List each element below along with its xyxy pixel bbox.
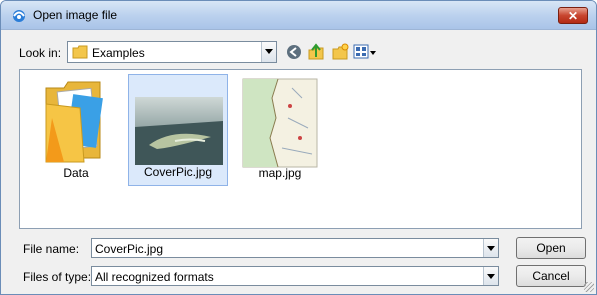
resize-grip-icon[interactable] (584, 282, 594, 292)
file-name-combo[interactable]: CoverPic.jpg (91, 238, 499, 258)
folder-icon (72, 45, 88, 59)
new-folder-icon[interactable] (331, 43, 349, 61)
file-type-label-text: Files of type: (23, 270, 92, 284)
up-folder-icon[interactable] (307, 43, 325, 61)
file-name-value[interactable]: CoverPic.jpg (95, 242, 163, 256)
file-name-label-text: File name: (23, 242, 80, 256)
file-item-map[interactable]: map.jpg (230, 74, 330, 186)
chevron-down-icon[interactable] (261, 42, 276, 62)
dialog-title: Open image file (33, 8, 118, 22)
chevron-down-icon[interactable] (483, 239, 498, 257)
title-bar[interactable]: Open image file ✕ (1, 1, 596, 30)
close-button[interactable]: ✕ (558, 7, 588, 24)
view-menu-icon[interactable] (353, 43, 377, 61)
file-name-label: Data (63, 166, 89, 180)
file-item-coverpic[interactable]: CoverPic.jpg (128, 74, 228, 186)
app-icon (13, 10, 25, 22)
look-in-label: Look in: (19, 46, 62, 60)
back-icon[interactable] (285, 43, 303, 61)
file-name-label: CoverPic.jpg (143, 165, 213, 179)
file-name-label: map.jpg (258, 166, 302, 180)
look-in-value: Examples (92, 46, 145, 60)
file-type-value: All recognized formats (95, 270, 214, 284)
chevron-down-icon[interactable] (483, 267, 498, 285)
file-list[interactable]: Data CoverPic.jpg map.jpg (19, 69, 582, 229)
open-image-dialog: Open image file ✕ Look in: Examples Data… (0, 0, 597, 295)
folder-icon (45, 81, 103, 163)
cancel-button[interactable]: Cancel (516, 265, 586, 287)
image-thumbnail-icon (135, 97, 223, 165)
look-in-dropdown[interactable]: Examples (67, 41, 277, 63)
file-item-data[interactable]: Data (26, 74, 126, 186)
file-type-combo[interactable]: All recognized formats (91, 266, 499, 286)
map-thumbnail-icon (242, 78, 318, 168)
open-button[interactable]: Open (516, 237, 586, 259)
